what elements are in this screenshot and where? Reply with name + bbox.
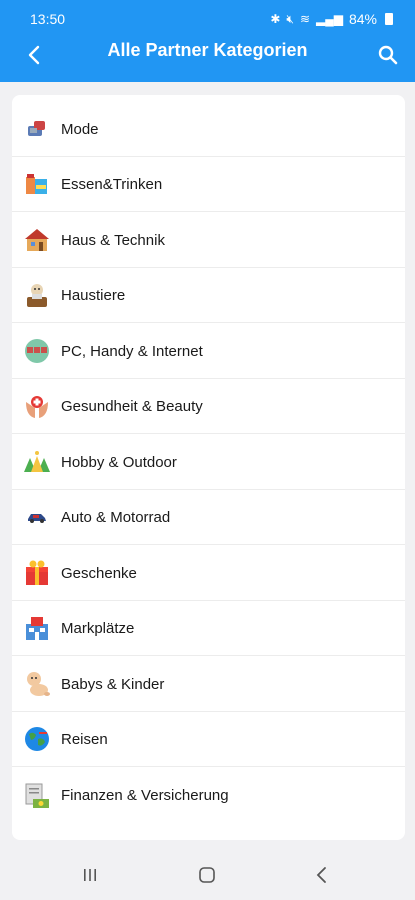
marketplace-icon <box>22 613 52 643</box>
category-item-gesundheit[interactable]: Gesundheit & Beauty <box>12 379 405 434</box>
signal-icon: ▂▄▆ <box>316 12 343 26</box>
category-item-hobby[interactable]: Hobby & Outdoor <box>12 435 405 490</box>
battery-percent: 84% <box>348 11 377 27</box>
home-button[interactable] <box>187 862 227 888</box>
clothes-icon <box>22 114 52 144</box>
category-label: Mode <box>61 120 99 138</box>
category-item-mode[interactable]: Mode <box>12 102 405 157</box>
search-icon <box>378 45 398 65</box>
category-label: PC, Handy & Internet <box>61 342 203 360</box>
category-label: Finanzen & Versicherung <box>61 787 229 804</box>
recent-apps-icon <box>84 869 96 881</box>
baby-icon <box>22 669 52 699</box>
category-label: Hobby & Outdoor <box>61 453 177 471</box>
system-nav-bar <box>0 850 415 900</box>
page-title: Alle Partner Kategorien <box>107 40 308 60</box>
bluetooth-icon: ✱ <box>270 12 281 26</box>
category-item-haustiere[interactable]: Haustiere <box>12 268 405 323</box>
category-item-essen[interactable]: Essen&Trinken <box>12 157 405 212</box>
category-label: Markplätze <box>61 619 135 637</box>
camping-icon <box>22 447 52 477</box>
category-item-auto[interactable]: Auto & Motorrad <box>12 490 405 545</box>
car-icon <box>22 502 52 532</box>
mute-icon: 🔇︎ <box>286 11 294 26</box>
category-label: Haustiere <box>61 286 126 304</box>
category-label: Reisen <box>61 730 108 748</box>
status-time: 13:50 <box>30 11 66 27</box>
category-item-babys[interactable]: Babys & Kinder <box>12 657 405 712</box>
category-label: Essen&Trinken <box>61 175 163 193</box>
status-icons: ✱ 🔇︎ ≋ ▂▄▆ 84% <box>270 11 393 27</box>
globe-devices-icon <box>22 336 52 366</box>
globe-travel-icon <box>22 724 52 754</box>
wifi-icon: ≋ <box>299 12 310 26</box>
recent-apps-button[interactable] <box>70 862 110 888</box>
category-item-haus[interactable]: Haus & Technik <box>12 213 405 268</box>
battery-icon <box>385 13 393 25</box>
system-back-button[interactable] <box>302 862 342 888</box>
health-hands-icon <box>22 391 52 421</box>
food-icon <box>22 169 52 199</box>
category-label: Auto & Motorrad <box>61 508 171 526</box>
house-icon <box>22 225 52 255</box>
app-bar: 13:50 ✱ 🔇︎ ≋ ▂▄▆ 84% Alle Partner Katego… <box>0 0 415 82</box>
toolbar: Alle Partner Kategorien <box>0 34 415 82</box>
category-label: Haus & Technik <box>61 231 165 249</box>
category-list: Mode Essen&Trinken Haus & Technik Hausti… <box>12 95 405 840</box>
pet-icon <box>22 280 52 310</box>
category-item-pc[interactable]: PC, Handy & Internet <box>12 324 405 379</box>
category-item-geschenke[interactable]: Geschenke <box>12 546 405 601</box>
chevron-left-icon <box>316 867 326 883</box>
search-button[interactable] <box>371 38 405 72</box>
status-bar: 13:50 ✱ 🔇︎ ≋ ▂▄▆ 84% <box>0 0 415 34</box>
category-label: Geschenke <box>61 564 137 582</box>
finance-icon <box>22 781 52 811</box>
category-item-finanzen[interactable]: Finanzen & Versicherung <box>12 768 405 823</box>
category-label: Gesundheit & Beauty <box>61 397 203 415</box>
gift-icon <box>22 558 52 588</box>
category-item-markplaetze[interactable]: Markplätze <box>12 601 405 656</box>
category-label: Babys & Kinder <box>61 675 165 693</box>
category-item-reisen[interactable]: Reisen <box>12 712 405 767</box>
home-icon <box>199 867 215 883</box>
